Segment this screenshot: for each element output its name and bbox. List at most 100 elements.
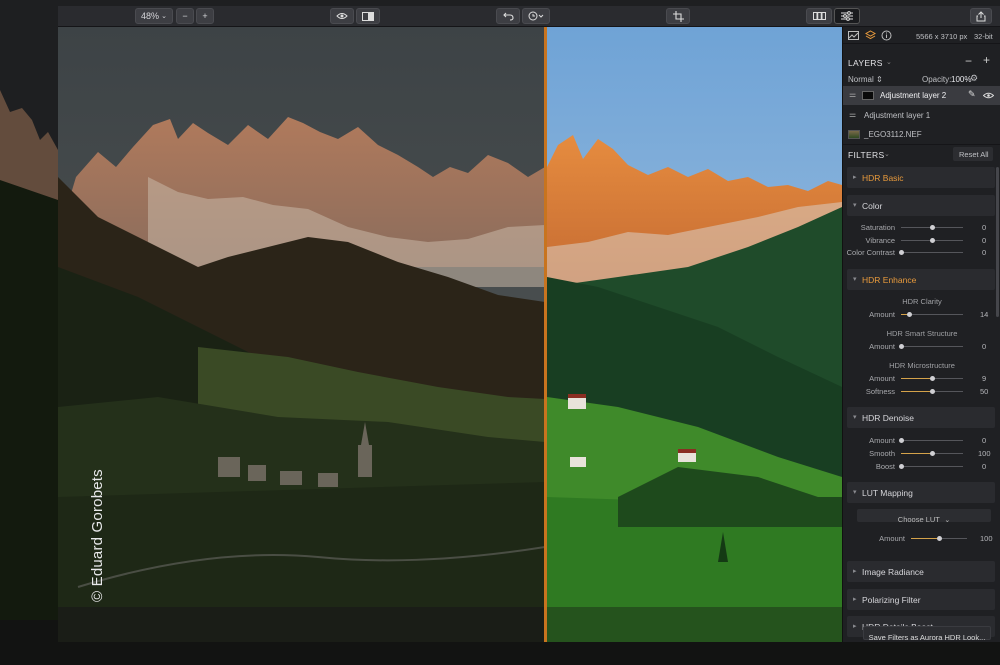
filter-lut-mapping[interactable]: ▾ LUT Mapping [847,482,995,503]
layer-label: _EGO3112.NEF [864,130,922,139]
updown-icon: ⇕ [876,75,883,84]
opacity-label: Opacity: [922,75,952,84]
slider-value: 14 [980,310,989,319]
filters-scrollbar[interactable] [996,167,999,317]
preview-button[interactable] [330,8,354,24]
slider-label: Amount [869,436,895,445]
layer-thumbnail [848,130,860,139]
blend-mode-select[interactable]: Normal ⇕ [848,75,883,84]
gear-icon[interactable]: ⚙ [970,73,978,84]
eye-icon[interactable] [983,92,994,99]
filter-hdr-denoise[interactable]: ▾ HDR Denoise [847,407,995,428]
app-window: 48% ⌄ − + © Eduard Gorobets 5566 x 3710 … [58,6,1000,642]
choose-lut-select[interactable]: Choose LUT ⌄ [857,509,991,524]
layer-item-image[interactable]: _EGO3112.NEF [843,125,1000,144]
filters-toggle-button[interactable] [834,8,860,24]
histogram-icon[interactable] [848,31,859,40]
chevron-down-icon: ⌄ [944,517,951,524]
chevron-down-icon: ▾ [853,202,857,209]
remove-layer-button[interactable]: − [965,54,972,68]
slider-knob[interactable] [907,312,913,317]
zoom-select[interactable]: 48% ⌄ [135,8,173,24]
layer-label: Adjustment layer 1 [864,111,931,120]
slider-value: 50 [980,387,989,396]
slider-knob[interactable] [898,250,904,255]
slider-knob[interactable] [898,344,904,349]
clock-icon [528,11,544,21]
slider-value: 9 [982,374,987,383]
brush-icon[interactable]: ✎ [968,89,976,100]
chevron-down-icon[interactable]: ⌄ [886,58,892,66]
slider-value: 0 [982,462,987,471]
opacity-value[interactable]: 100% [951,75,971,84]
crop-icon [672,10,684,22]
filter-title: HDR Enhance [862,275,917,285]
info-icon[interactable] [881,30,892,41]
right-panel: 5566 x 3710 px 32-bit LAYERS ⌄ − + Norma… [842,27,1000,642]
add-layer-button[interactable]: + [983,53,990,67]
slider-fill [901,391,932,392]
slider-knob[interactable] [929,389,935,394]
presets-button[interactable] [806,8,832,24]
filters-title: FILTERS [848,150,885,160]
filter-polarizing[interactable]: ▸ Polarizing Filter [847,589,995,610]
subgroup-title: HDR Smart Structure [886,329,958,338]
slider-knob[interactable] [929,451,935,456]
adjustment-icon: ⚌ [849,90,857,99]
slider-value: 0 [982,342,987,351]
filter-hdr-basic[interactable]: ▸ HDR Basic [847,167,995,188]
slider-label: Boost [875,462,895,471]
chevron-down-icon: ▾ [853,489,857,496]
slider-value: 0 [982,436,987,445]
slider-label: Amount [869,310,895,319]
layer-item-adjustment-1[interactable]: ⚌ Adjustment layer 1 [843,106,1000,125]
compare-button[interactable] [356,8,380,24]
photo-before-after [58,27,842,642]
save-look-label: Save Filters as Aurora HDR Look... [868,633,986,642]
layer-label: Adjustment layer 2 [880,91,947,100]
slider-label: Amount [879,534,905,543]
slider-label: Softness [865,387,895,396]
filter-title: LUT Mapping [862,488,913,498]
zoom-out-button[interactable]: − [176,8,194,24]
filter-title: Polarizing Filter [862,595,921,605]
chevron-down-icon[interactable]: ⌄ [884,150,890,158]
undo-icon [502,12,514,21]
slider-knob[interactable] [936,536,942,541]
slider-value: 0 [982,223,987,232]
slider-knob[interactable] [929,376,935,381]
save-look-button[interactable]: Save Filters as Aurora HDR Look... [863,626,991,642]
zoom-in-button[interactable]: + [196,8,214,24]
layers-title: LAYERS [848,58,883,68]
slider-knob[interactable] [929,238,935,243]
layers-icon[interactable] [865,30,876,41]
filter-hdr-enhance[interactable]: ▾ HDR Enhance [847,269,995,290]
choose-lut-label: Choose LUT [897,515,940,524]
eye-icon [336,13,348,19]
chevron-right-icon: ▸ [853,568,857,575]
history-button[interactable] [522,8,550,24]
crop-button[interactable] [666,8,690,24]
chevron-right-icon: ▸ [853,596,857,603]
slider-fill [911,538,939,539]
undo-button[interactable] [496,8,520,24]
slider-knob[interactable] [898,464,904,469]
filter-title: HDR Basic [862,173,904,183]
slider-track [901,440,963,441]
filter-title: HDR Denoise [862,413,914,423]
bit-depth: 32-bit [974,32,993,41]
filter-color[interactable]: ▾ Color [847,195,995,216]
image-dimensions: 5566 x 3710 px [916,32,968,41]
slider-track [901,466,963,467]
reset-all-label: Reset All [959,150,989,159]
slider-knob[interactable] [898,438,904,443]
share-button[interactable] [970,8,992,24]
reset-all-button[interactable]: Reset All [953,147,993,161]
image-canvas[interactable]: © Eduard Gorobets [58,27,842,642]
filter-image-radiance[interactable]: ▸ Image Radiance [847,561,995,582]
divider [843,144,1000,145]
slider-label: Amount [869,374,895,383]
layer-item-adjustment-2[interactable]: ⚌ Adjustment layer 2 ✎ [843,86,1000,105]
chevron-right-icon: ▸ [853,174,857,181]
slider-knob[interactable] [929,225,935,230]
